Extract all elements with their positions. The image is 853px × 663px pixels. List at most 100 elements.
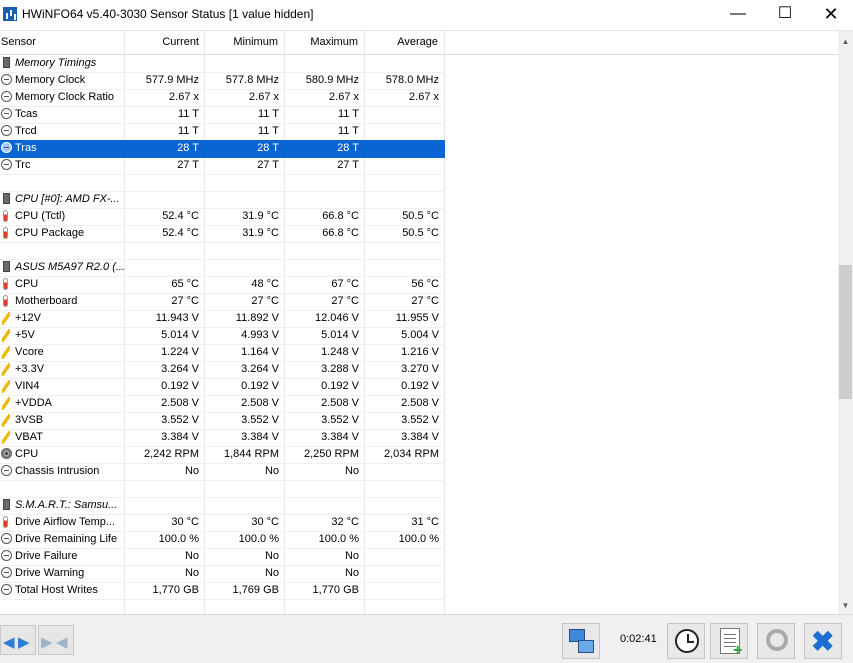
value-current: 11.943 V xyxy=(155,312,199,324)
sensor-row[interactable]: CPU 65 °C 48 °C 67 °C 56 °C xyxy=(0,276,445,294)
minimize-button[interactable]: — xyxy=(715,0,761,29)
sensor-row[interactable]: Trc 27 T 27 T 27 T xyxy=(0,157,445,175)
sensor-label: Memory Clock xyxy=(15,74,86,86)
clock-icon xyxy=(1,159,12,170)
value-average: 578.0 MHz xyxy=(385,74,439,86)
value-maximum: 28 T xyxy=(337,142,359,154)
value-current: 65 °C xyxy=(171,278,199,290)
sensor-label: Trcd xyxy=(15,125,37,137)
sensor-row[interactable]: Memory Clock Ratio 2.67 x 2.67 x 2.67 x 2.67… xyxy=(0,89,445,107)
value-minimum: 2.508 V xyxy=(241,397,279,409)
clock-icon xyxy=(1,125,12,136)
value-average: 2.67 x xyxy=(409,91,439,103)
value-current: 1,770 GB xyxy=(152,584,199,596)
value-current: 2.508 V xyxy=(161,397,199,409)
sensor-label: +12V xyxy=(15,312,41,324)
column-header-maximum[interactable]: Maximum xyxy=(284,36,358,48)
sensor-row[interactable]: Motherboard 27 °C 27 °C 27 °C 27 °C xyxy=(0,293,445,311)
vertical-scrollbar[interactable]: ▲ ▼ xyxy=(838,31,853,614)
sensor-group-row[interactable]: Memory Timings xyxy=(0,55,445,73)
thermometer-icon xyxy=(3,278,8,290)
scroll-up-arrow[interactable]: ▲ xyxy=(838,33,853,50)
value-maximum: 2.508 V xyxy=(321,397,359,409)
value-maximum: 3.384 V xyxy=(321,431,359,443)
network-icon xyxy=(569,629,594,653)
sensor-row[interactable]: Trcd 11 T 11 T 11 T xyxy=(0,123,445,141)
clock-icon xyxy=(1,74,12,85)
value-maximum: 27 T xyxy=(337,159,359,171)
sensor-row[interactable]: Vcore 1.224 V 1.164 V 1.248 V 1.216 V xyxy=(0,344,445,362)
sensor-label: Tcas xyxy=(15,108,38,120)
value-current: 52.4 °C xyxy=(162,210,199,222)
navigate-left-right-button[interactable]: ◀ ▶ xyxy=(0,625,36,655)
sensor-row[interactable]: VBAT 3.384 V 3.384 V 3.384 V 3.384 V xyxy=(0,429,445,447)
close-window-button[interactable]: ✕ xyxy=(808,0,853,29)
thermometer-icon xyxy=(3,516,8,528)
voltage-icon xyxy=(2,414,10,427)
voltage-icon xyxy=(2,431,10,444)
scroll-down-arrow[interactable]: ▼ xyxy=(838,597,853,614)
sensor-row[interactable]: Drive Airflow Temp... 30 °C 30 °C 32 °C 31 °… xyxy=(0,514,445,532)
close-sensors-button[interactable]: ✖ xyxy=(804,623,842,659)
sensor-label: CPU xyxy=(15,278,39,290)
column-header-current[interactable]: Current xyxy=(124,36,199,48)
sensor-row[interactable]: Chassis Intrusion No No No xyxy=(0,463,445,481)
add-icon: + xyxy=(733,642,743,659)
sensor-group-row[interactable]: ASUS M5A97 R2.0 (... xyxy=(0,259,445,277)
reset-timer-button[interactable] xyxy=(667,623,705,659)
sensor-row[interactable]: CPU Package 52.4 °C 31.9 °C 66.8 °C 50.5 °C xyxy=(0,225,445,243)
value-maximum: 5.014 V xyxy=(321,329,359,341)
sensor-row[interactable]: +3.3V 3.264 V 3.264 V 3.288 V 3.270 V xyxy=(0,361,445,379)
scrollbar-thumb[interactable] xyxy=(839,265,852,399)
value-average: 50.5 °C xyxy=(402,210,439,222)
sensor-label: +5V xyxy=(15,329,35,341)
value-current: 2.67 x xyxy=(169,91,199,103)
value-average: 2,034 RPM xyxy=(383,448,439,460)
column-header-sensor[interactable]: Sensor xyxy=(1,36,36,48)
navigate-collapse-button[interactable]: ▶ ◀ xyxy=(38,625,74,655)
column-header-average[interactable]: Average xyxy=(364,36,438,48)
value-maximum: 32 °C xyxy=(331,516,359,528)
sensor-row[interactable]: CPU 2,242 RPM 1,844 RPM 2,250 RPM 2,034 RPM xyxy=(0,446,445,464)
table-header: Sensor Current Minimum Maximum Average xyxy=(0,31,838,55)
value-minimum: No xyxy=(264,550,279,562)
sensor-row[interactable]: Tcas 11 T 11 T 11 T xyxy=(0,106,445,124)
logging-button[interactable]: + xyxy=(710,623,748,659)
network-sensors-button[interactable] xyxy=(562,623,600,659)
sensor-row[interactable]: Total Host Writes 1,770 GB 1,769 GB 1,770 G… xyxy=(0,582,445,600)
sensor-row[interactable]: Memory Clock 577.9 MHz 577.8 MHz 580.9 MHz 5… xyxy=(0,72,445,90)
sensor-row[interactable]: CPU (Tctl) 52.4 °C 31.9 °C 66.8 °C 50.5 °C xyxy=(0,208,445,226)
sensor-label: Tras xyxy=(15,142,37,154)
sensor-label: +VDDA xyxy=(15,397,52,409)
value-average: 100.0 % xyxy=(398,533,439,545)
sensor-row[interactable]: +VDDA 2.508 V 2.508 V 2.508 V 2.508 V xyxy=(0,395,445,413)
sensor-row[interactable]: +12V 11.943 V 11.892 V 12.046 V 11.955 V xyxy=(0,310,445,328)
clock-icon xyxy=(1,91,12,102)
sensor-group-row[interactable]: S.M.A.R.T.: Samsu... xyxy=(0,497,445,515)
column-header-minimum[interactable]: Minimum xyxy=(204,36,278,48)
sensor-label: CPU (Tctl) xyxy=(15,210,66,222)
value-minimum: 30 °C xyxy=(251,516,279,528)
sensor-row[interactable]: Drive Warning No No No xyxy=(0,565,445,583)
value-maximum: 66.8 °C xyxy=(322,210,359,222)
value-current: 3.552 V xyxy=(161,414,199,426)
value-current: 2,242 RPM xyxy=(143,448,199,460)
sensor-group-row[interactable]: CPU [#0]: AMD FX-... xyxy=(0,191,445,209)
maximize-button[interactable]: ☐ xyxy=(762,0,808,29)
sensor-row[interactable]: Drive Remaining Life 100.0 % 100.0 % 100.0 … xyxy=(0,531,445,549)
chip-icon xyxy=(3,261,10,272)
sensor-row[interactable]: 3VSB 3.552 V 3.552 V 3.552 V 3.552 V xyxy=(0,412,445,430)
value-maximum: 66.8 °C xyxy=(322,227,359,239)
value-maximum: 3.288 V xyxy=(321,363,359,375)
settings-button[interactable] xyxy=(757,623,795,659)
clock-icon xyxy=(1,584,12,595)
elapsed-timer: 0:02:41 xyxy=(620,633,657,645)
value-minimum: 1,844 RPM xyxy=(223,448,279,460)
sensor-row[interactable]: Drive Failure No No No xyxy=(0,548,445,566)
value-minimum: 1,769 GB xyxy=(232,584,279,596)
sensor-row[interactable]: Tras 28 T 28 T 28 T xyxy=(0,140,445,158)
value-maximum: No xyxy=(344,550,359,562)
sensor-row[interactable]: VIN4 0.192 V 0.192 V 0.192 V 0.192 V xyxy=(0,378,445,396)
value-current: 3.264 V xyxy=(161,363,199,375)
sensor-row[interactable]: +5V 5.014 V 4.993 V 5.014 V 5.004 V xyxy=(0,327,445,345)
